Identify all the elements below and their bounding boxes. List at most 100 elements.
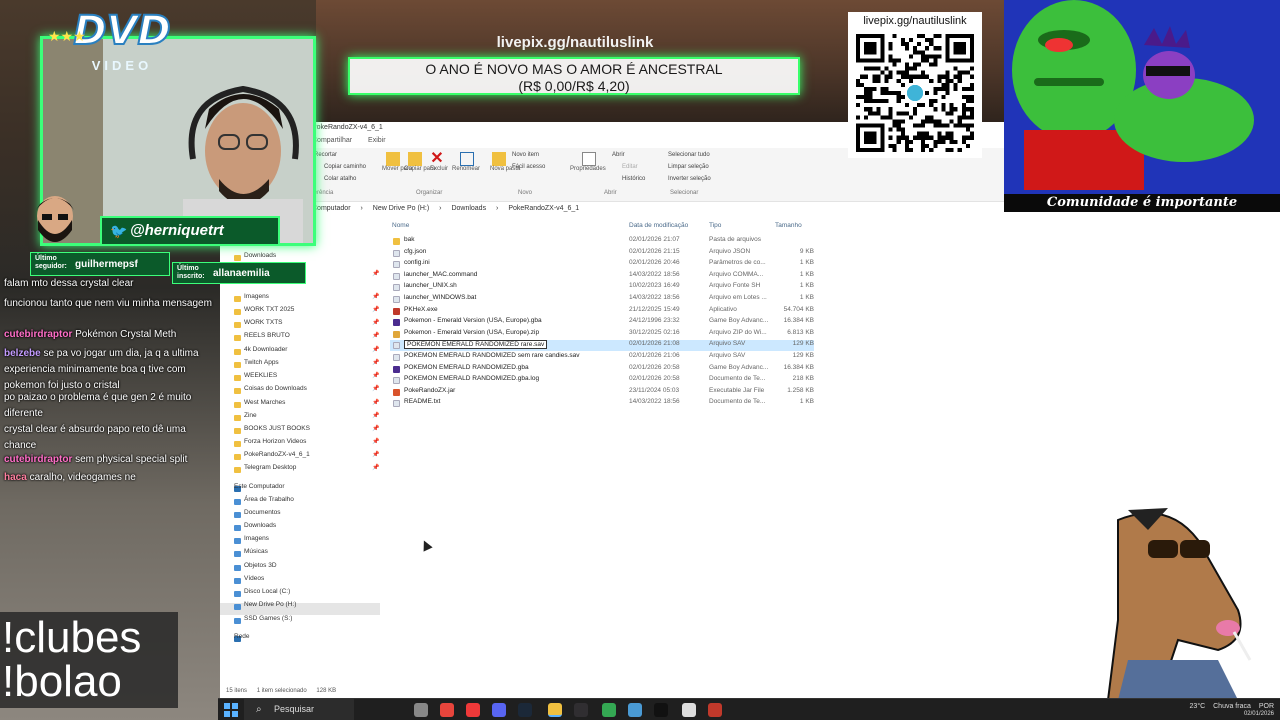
ribbon-tab-share[interactable]: Compartilhar	[312, 137, 352, 144]
nav-item[interactable]: Twitch Apps	[244, 359, 279, 366]
pin-icon[interactable]: 📌	[372, 293, 379, 300]
file-row[interactable]: POKEMON EMERALD RANDOMIZED.gba.log 02/01/…	[390, 375, 814, 386]
nav-item[interactable]: Rede	[234, 633, 250, 640]
file-row[interactable]: bak 02/01/2026 21:07 Pasta de arquivos	[390, 236, 814, 247]
pin-icon[interactable]: 📌	[372, 270, 379, 277]
breadcrumb-drive[interactable]: New Drive Po (H:)	[373, 205, 429, 212]
edit-button[interactable]: Editar	[622, 164, 638, 170]
chat-username[interactable]: haca	[4, 472, 27, 483]
file-row[interactable]: Pokemon - Emerald Version (USA, Europe).…	[390, 317, 814, 328]
file-row[interactable]: PokeRandoZX.jar 23/11/2024 05:03 Executabl…	[390, 387, 814, 398]
nav-item[interactable]: WORK TXT 2025	[244, 306, 294, 313]
pin-icon[interactable]: 📌	[372, 399, 379, 406]
chat-username[interactable]: belzebe	[4, 348, 41, 359]
chrome-icon[interactable]	[602, 703, 616, 717]
discord-icon[interactable]	[492, 703, 506, 717]
cut-button[interactable]: Recortar	[314, 152, 337, 158]
file-explorer-icon[interactable]	[548, 703, 562, 717]
column-name[interactable]: Nome	[392, 222, 409, 229]
chrome-icon[interactable]	[440, 703, 454, 717]
nav-item[interactable]: Documentos	[244, 509, 281, 516]
notepad-icon[interactable]	[682, 703, 696, 717]
pin-icon[interactable]: 📌	[372, 306, 379, 313]
column-type[interactable]: Tipo	[709, 222, 721, 229]
nav-item[interactable]: WEEKLIES	[244, 372, 277, 379]
delete-button[interactable]: ✕ Excluir	[430, 151, 448, 173]
chat-username[interactable]: cutebirdraptor	[4, 329, 72, 340]
history-button[interactable]: Histórico	[622, 176, 645, 182]
nav-item[interactable]: Vídeos	[244, 575, 264, 582]
paste-shortcut-button[interactable]: Colar atalho	[324, 176, 356, 182]
windows-start-icon[interactable]	[224, 703, 238, 717]
nav-item[interactable]: REELS BRUTO	[244, 332, 290, 339]
file-row[interactable]: Pokemon - Emerald Version (USA, Europe).…	[390, 329, 814, 340]
file-row[interactable]: launcher_UNIX.sh 10/02/2023 16:49 Arquivo …	[390, 282, 814, 293]
file-row[interactable]: launcher_MAC.command 14/03/2022 18:56 Arqu…	[390, 271, 814, 282]
ribbon-tab-view[interactable]: Exibir	[368, 137, 386, 144]
pin-icon[interactable]: 📌	[372, 346, 379, 353]
breadcrumb-downloads[interactable]: Downloads	[451, 205, 486, 212]
language-indicator[interactable]: POR	[1259, 703, 1274, 710]
task-view-icon[interactable]	[414, 703, 428, 717]
nav-item[interactable]: Este Computador	[234, 483, 285, 490]
select-all-button[interactable]: Selecionar tudo	[668, 152, 710, 158]
breadcrumb-computer[interactable]: Computador	[312, 205, 351, 212]
open-button[interactable]: Abrir	[612, 152, 625, 158]
column-size[interactable]: Tamanho	[775, 222, 802, 229]
column-date[interactable]: Data de modificação	[629, 222, 688, 229]
pin-icon[interactable]: 📌	[372, 332, 379, 339]
weather-temp[interactable]: 23°C	[1190, 703, 1206, 710]
properties-button[interactable]: Propriedades	[570, 152, 606, 172]
nav-item[interactable]: Telegram Desktop	[244, 464, 296, 471]
vivaldi-icon[interactable]	[466, 703, 480, 717]
pin-icon[interactable]: 📌	[372, 319, 379, 326]
new-item-button[interactable]: Novo item	[512, 152, 539, 158]
nav-item[interactable]: Downloads	[244, 522, 276, 529]
pin-icon[interactable]: 📌	[372, 451, 379, 458]
file-row[interactable]: README.txt 14/03/2022 18:56 Documento de T…	[390, 398, 814, 409]
nav-item[interactable]: PokeRandoZX-v4_6_1	[244, 451, 310, 458]
app-icon[interactable]	[628, 703, 642, 717]
weather-desc[interactable]: Chuva fraca	[1213, 703, 1251, 710]
nav-item[interactable]: West Marches	[244, 399, 285, 406]
file-row[interactable]: cfg.json 02/01/2026 21:15 Arquivo JSON 9 KB	[390, 248, 814, 259]
nav-item[interactable]: Objetos 3D	[244, 562, 277, 569]
file-row[interactable]: POKEMON EMERALD RANDOMIZED rare.sav 02/01…	[390, 340, 814, 352]
file-row[interactable]: PKHeX.exe 21/12/2025 15:49 Aplicativo 54.70…	[390, 306, 814, 317]
nav-item[interactable]: Downloads	[244, 252, 276, 259]
terminal-icon[interactable]	[654, 703, 668, 717]
clear-selection-button[interactable]: Limpar seleção	[668, 164, 709, 170]
nav-item[interactable]: Músicas	[244, 548, 268, 555]
nav-item[interactable]: Forza Horizon Videos	[244, 438, 306, 445]
taskbar-search-box[interactable]: ⌕ Pesquisar	[244, 699, 354, 720]
nav-item[interactable]: BOOKS JUST BOOKS	[244, 425, 310, 432]
nav-item[interactable]: WORK TXTS	[244, 319, 283, 326]
nav-item[interactable]: 4k Downloader	[244, 346, 287, 353]
breadcrumb-current[interactable]: PokeRandoZX-v4_6_1	[508, 205, 579, 212]
obs-icon[interactable]	[574, 703, 588, 717]
invert-selection-button[interactable]: Inverter seleção	[668, 176, 711, 182]
steam-icon[interactable]	[518, 703, 532, 717]
nav-item[interactable]: SSD Games (S:)	[244, 615, 292, 622]
nav-item[interactable]: Área de Trabalho	[244, 496, 294, 503]
file-row[interactable]: POKEMON EMERALD RANDOMIZED sem rare cand…	[390, 352, 814, 363]
pin-icon[interactable]: 📌	[372, 359, 379, 366]
nav-item[interactable]: Imagens	[244, 293, 269, 300]
file-row[interactable]: POKEMON EMERALD RANDOMIZED.gba 02/01/2026…	[390, 364, 814, 375]
pin-icon[interactable]: 📌	[372, 438, 379, 445]
pin-icon[interactable]: 📌	[372, 425, 379, 432]
app-icon[interactable]	[708, 703, 722, 717]
nav-item[interactable]: Disco Local (C:)	[244, 588, 290, 595]
file-row[interactable]: launcher_WINDOWS.bat 14/03/2022 18:56 Arqu…	[390, 294, 814, 305]
nav-item[interactable]: Coisas do Downloads	[244, 385, 307, 392]
nav-item[interactable]: New Drive Po (H:)	[244, 601, 296, 608]
nav-item[interactable]: Imagens	[244, 535, 269, 542]
pin-icon[interactable]: 📌	[372, 385, 379, 392]
pin-icon[interactable]: 📌	[372, 412, 379, 419]
nav-item[interactable]: Zine	[244, 412, 257, 419]
rename-button[interactable]: Renomear	[452, 152, 480, 172]
chat-username[interactable]: cutebirdraptor	[4, 454, 72, 465]
taskbar-date[interactable]: 02/01/2026	[1244, 711, 1274, 717]
file-row[interactable]: config.ini 02/01/2026 20:46 Parâmetros de …	[390, 259, 814, 270]
easy-access-button[interactable]: Fácil acesso	[512, 164, 545, 170]
